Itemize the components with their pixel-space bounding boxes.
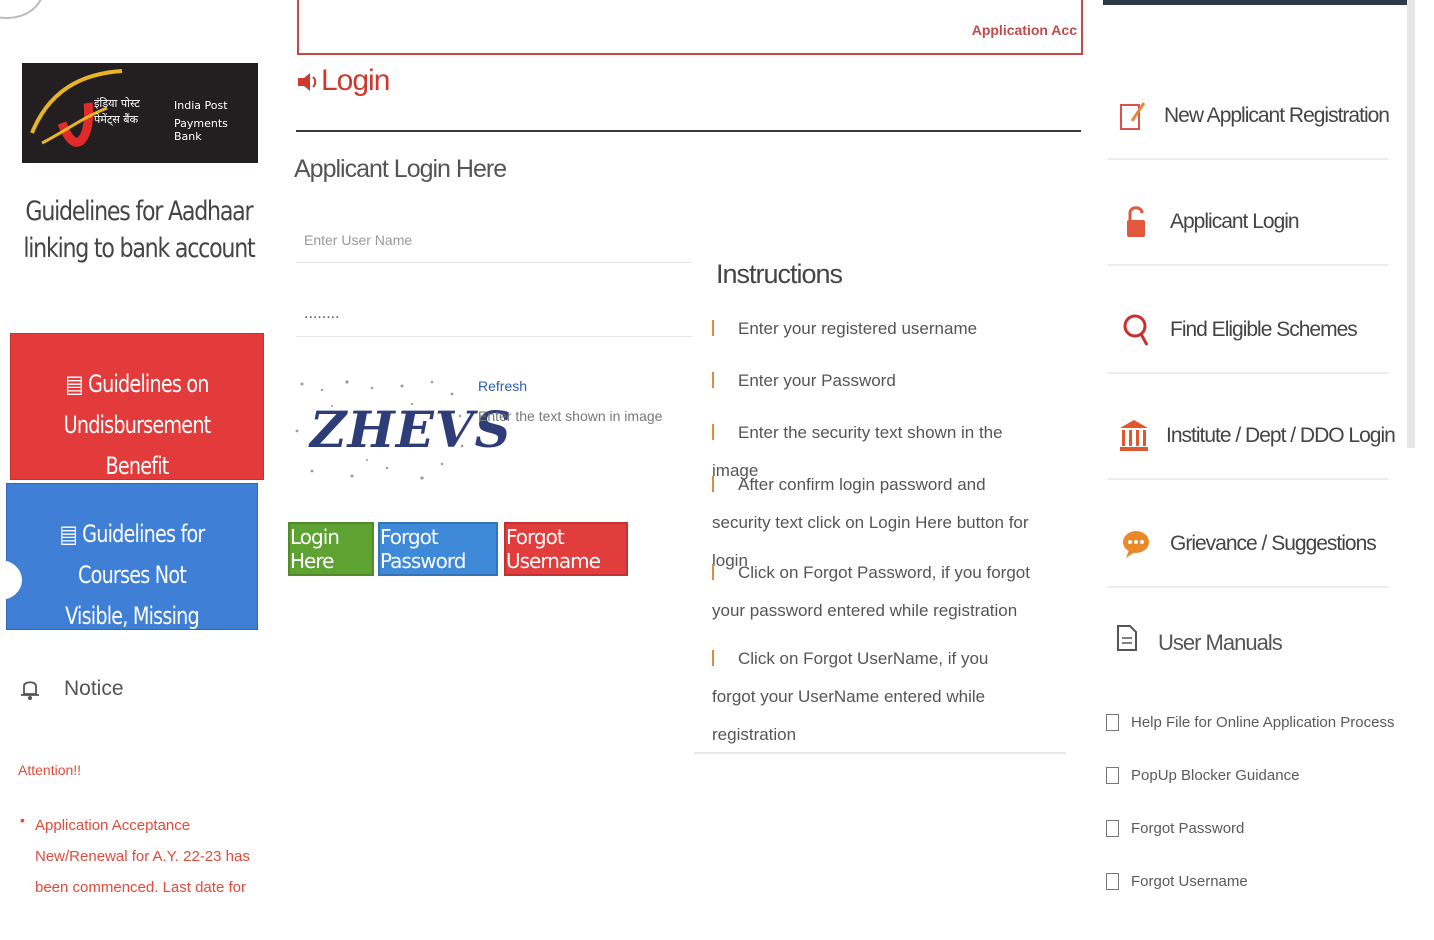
- document-icon: [1117, 625, 1137, 651]
- title-divider: [296, 130, 1081, 132]
- institute-login-label: Institute / Dept / DDO Login: [1166, 424, 1396, 447]
- chat-icon: [1123, 531, 1149, 558]
- applicant-login-link[interactable]: Applicant Login: [1108, 180, 1388, 266]
- find-eligible-schemes-link[interactable]: Find Eligible Schemes: [1108, 288, 1388, 374]
- institute-login-link[interactable]: Institute / Dept / DDO Login: [1108, 394, 1396, 480]
- instruction-item: Enter your Password: [712, 362, 1032, 400]
- aadhaar-guidelines-link[interactable]: Guidelines for Aadhaar linking to bank a…: [20, 193, 258, 267]
- instructions-divider: [694, 752, 1066, 754]
- notice-heading: Notice: [64, 677, 124, 700]
- bell-icon: [21, 681, 39, 700]
- notice-item[interactable]: Application Acceptance New/Renewal for A…: [35, 810, 250, 903]
- decorative-arc: [0, 0, 44, 19]
- edit-icon: [1120, 102, 1146, 130]
- logo-english-line1: India Post: [174, 99, 228, 112]
- list-icon: [712, 649, 728, 666]
- new-applicant-registration-label: New Applicant Registration: [1164, 104, 1390, 127]
- page-title: Login: [321, 64, 390, 97]
- username-input[interactable]: [296, 218, 692, 263]
- applicant-login-heading: Applicant Login Here: [294, 155, 507, 183]
- instructions-heading: Instructions: [716, 259, 843, 289]
- forgot-username-button[interactable]: Forgot Username: [504, 522, 628, 576]
- courses-line2: Visible, Missing: [65, 602, 200, 630]
- instruction-item: Click on Forgot UserName, if you forgot …: [712, 649, 989, 744]
- list-icon: ▤: [65, 370, 83, 398]
- list-icon: [712, 475, 728, 492]
- undisbursement-line2: Undisbursement Benefit: [63, 411, 212, 480]
- manual-link-forgot-username[interactable]: Forgot Username: [1106, 873, 1248, 890]
- captcha-hint: Enter the text shown in image: [478, 408, 663, 424]
- instruction-item: Enter your registered username: [712, 310, 1032, 348]
- file-icon: [1106, 767, 1119, 784]
- notice-bullet: •: [20, 812, 25, 828]
- manual-link-popup-blocker[interactable]: PopUp Blocker Guidance: [1106, 767, 1299, 784]
- manual-link-help-file[interactable]: Help File for Online Application Process: [1106, 714, 1394, 731]
- swoosh-logo-icon: [30, 69, 123, 147]
- user-manuals-heading: User Manuals: [1158, 630, 1283, 655]
- application-banner-text: Application Acc: [971, 22, 1077, 38]
- logo-hindi-line1: इंडिया पोस्ट: [94, 97, 140, 110]
- new-applicant-registration-link[interactable]: New Applicant Registration: [1108, 74, 1390, 160]
- file-icon: [1106, 873, 1119, 890]
- courses-line1: ▤ Guidelines for Courses Not: [59, 520, 206, 589]
- courses-guidelines-banner[interactable]: ▤ Guidelines for Courses Not Visible, Mi…: [6, 483, 258, 630]
- logo-hindi-line2: पेमेंट्स बैंक: [94, 113, 139, 126]
- file-icon: [1106, 714, 1119, 731]
- unlock-icon: [1127, 206, 1145, 237]
- login-button[interactable]: Login Here: [288, 522, 374, 576]
- search-icon: [1123, 314, 1149, 346]
- header-strip: [1103, 0, 1408, 5]
- logo-english-line2: Payments Bank: [174, 117, 228, 143]
- undisbursement-guidelines-banner[interactable]: ▤ Guidelines on Undisbursement Benefit: [10, 333, 264, 480]
- application-banner-frame: Application Acc: [297, 0, 1083, 55]
- list-icon: [712, 319, 728, 336]
- grievance-suggestions-link[interactable]: Grievance / Suggestions: [1108, 502, 1388, 588]
- list-icon: [712, 371, 728, 388]
- institution-icon: [1120, 420, 1148, 451]
- forgot-password-button[interactable]: Forgot Password: [378, 522, 498, 576]
- grievance-suggestions-label: Grievance / Suggestions: [1170, 532, 1377, 555]
- list-icon: [712, 423, 728, 440]
- manual-link-forgot-password[interactable]: Forgot Password: [1106, 820, 1244, 837]
- list-icon: ▤: [59, 520, 78, 548]
- file-icon: [1106, 820, 1119, 837]
- bank-logo[interactable]: इंडिया पोस्ट पेमेंट्स बैंक India Post Pa…: [22, 63, 258, 163]
- instruction-item: Click on Forgot Password, if you forgot …: [712, 563, 1030, 620]
- login-icon: [298, 73, 317, 91]
- undisbursement-line1: ▤ Guidelines on: [65, 370, 209, 398]
- scrollbar-track[interactable]: [1407, 0, 1415, 448]
- find-eligible-schemes-label: Find Eligible Schemes: [1170, 318, 1358, 341]
- captcha-refresh-link[interactable]: Refresh: [478, 378, 527, 394]
- applicant-login-label: Applicant Login: [1170, 210, 1300, 233]
- attention-label: Attention!!: [18, 762, 82, 778]
- password-input[interactable]: [296, 292, 692, 337]
- list-icon: [712, 563, 728, 580]
